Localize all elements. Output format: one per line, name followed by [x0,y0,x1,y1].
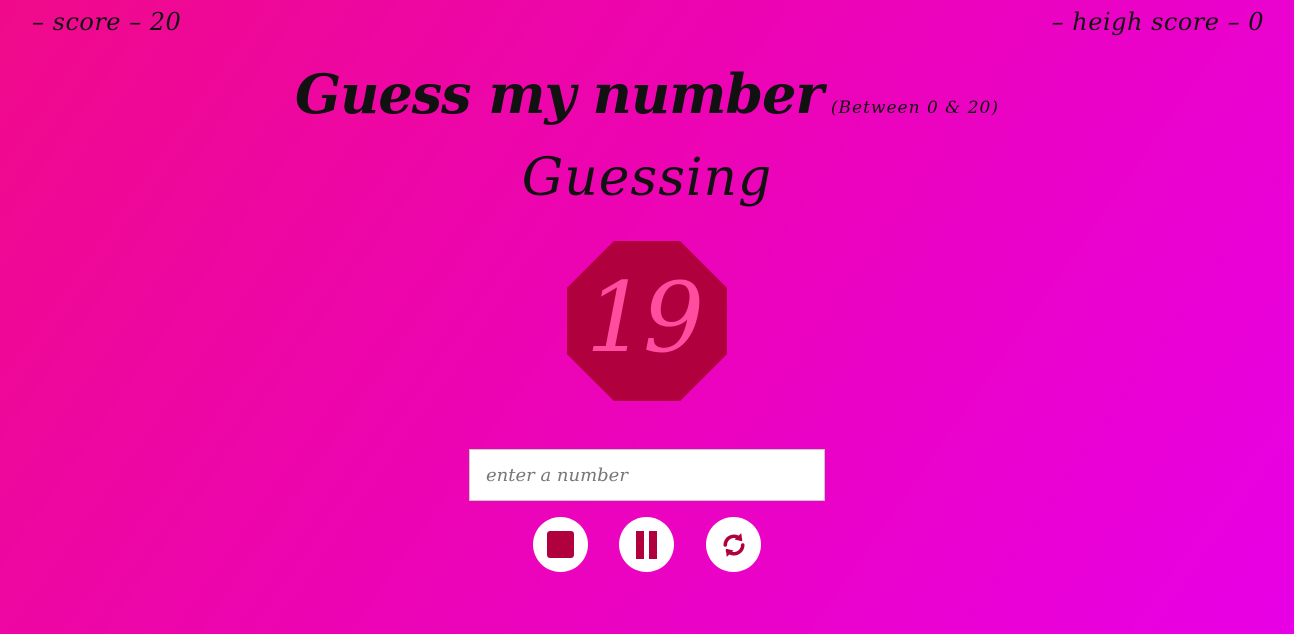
game-title: Guess my number [295,62,824,126]
range-hint: (Between 0 & 20) [830,98,999,118]
high-score-display: – heigh score – 0 [1051,8,1264,36]
pause-button[interactable] [619,517,674,572]
number-display: 19 [567,241,727,401]
title-row: Guess my number (Between 0 & 20) [0,62,1294,126]
pause-icon [636,530,657,559]
status-message: Guessing [521,148,773,208]
restart-button[interactable] [706,517,761,572]
stop-icon [547,531,574,558]
display-number: 19 [585,262,704,374]
refresh-icon [723,532,744,557]
score-display: – score – 20 [32,8,182,36]
guess-input[interactable] [469,449,825,501]
stop-button[interactable] [533,517,588,572]
